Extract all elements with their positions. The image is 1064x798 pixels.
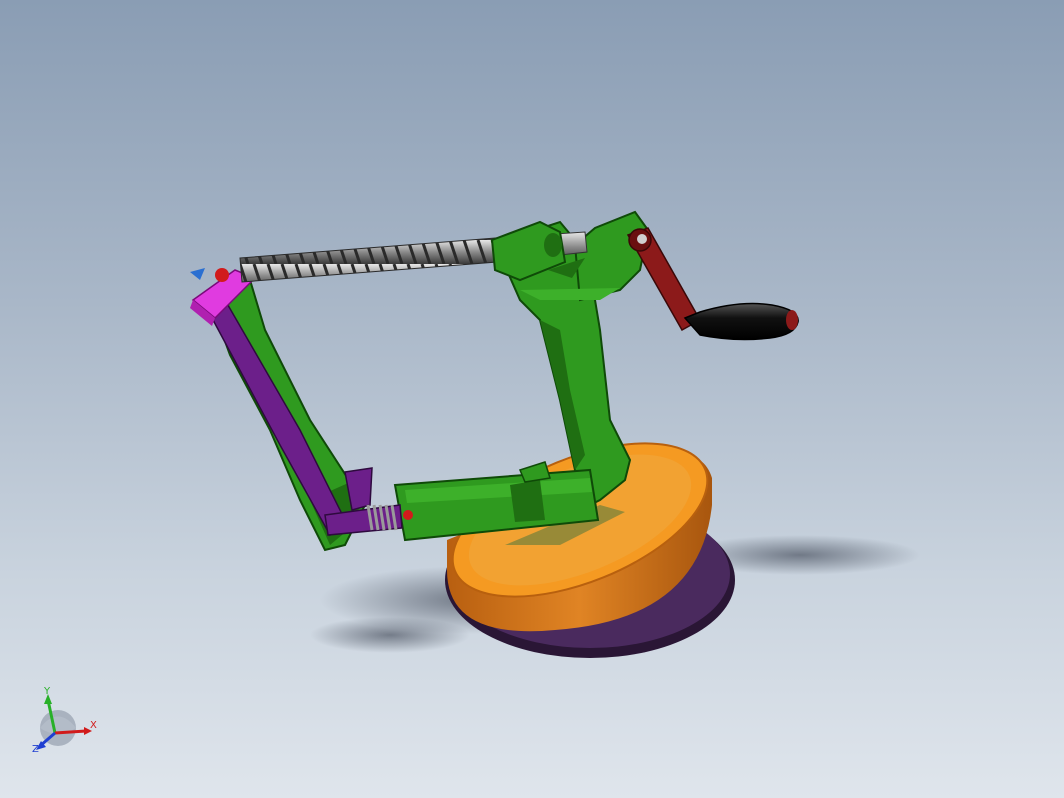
x-axis-label: X	[90, 720, 97, 731]
orientation-triad[interactable]: Y X Z	[32, 686, 97, 755]
crank-arm[interactable]	[626, 227, 702, 332]
y-axis-label: Y	[43, 686, 51, 697]
z-axis-label: Z	[32, 744, 39, 755]
model-scene[interactable]: Y X Z	[0, 0, 1064, 798]
x-axis-arrow	[54, 729, 87, 735]
graphics-viewport[interactable]: Y X Z	[0, 0, 1064, 798]
crank-handle[interactable]	[683, 302, 799, 341]
